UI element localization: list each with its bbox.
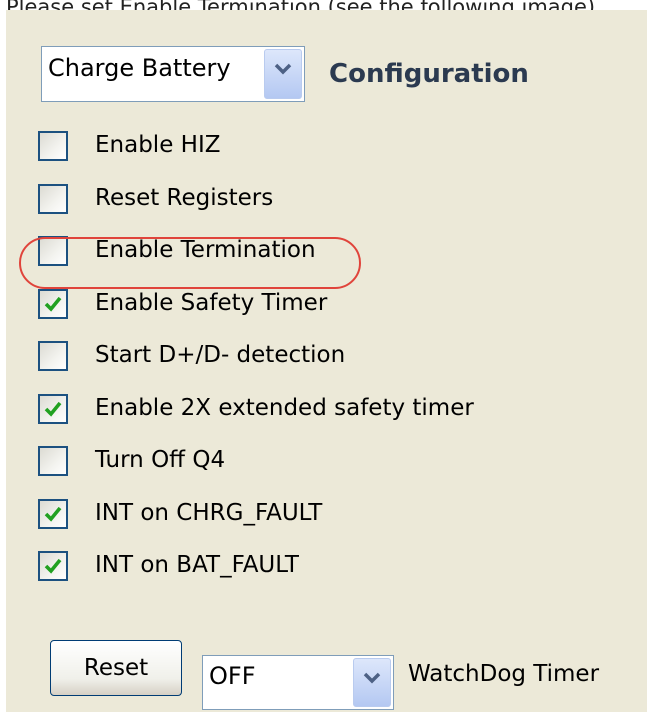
checkbox-label: Turn Off Q4: [95, 447, 226, 473]
checkbox[interactable]: [38, 394, 68, 424]
watchdog-select-value: OFF: [209, 662, 256, 690]
watchdog-select[interactable]: OFF: [202, 655, 394, 710]
chevron-down-icon: [363, 672, 381, 684]
checkbox[interactable]: [38, 131, 68, 161]
checkmark-icon: [44, 296, 62, 312]
chevron-down-icon: [274, 63, 292, 75]
checkbox-label: INT on CHRG_FAULT: [95, 500, 323, 526]
checkmark-icon: [44, 558, 62, 574]
checkbox-label: INT on BAT_FAULT: [95, 552, 299, 578]
caption-text: Please set Enable Termination (see the f…: [0, 0, 647, 10]
mode-select[interactable]: Charge Battery: [41, 46, 305, 102]
checkbox-label: Enable HIZ: [95, 132, 221, 158]
checkbox-label: Enable Safety Timer: [95, 290, 328, 316]
highlight-annotation: [19, 237, 361, 289]
watchdog-label: WatchDog Timer: [408, 661, 600, 687]
checkbox[interactable]: [38, 499, 68, 529]
mode-select-value: Charge Battery: [48, 54, 231, 82]
checkbox[interactable]: [38, 341, 68, 371]
checkbox-label: Reset Registers: [95, 185, 274, 211]
checkbox[interactable]: [38, 446, 68, 476]
watchdog-dropdown-button[interactable]: [353, 658, 391, 707]
checkmark-icon: [44, 401, 62, 417]
configuration-heading: Configuration: [329, 59, 529, 89]
checkbox[interactable]: [38, 289, 68, 319]
checkbox[interactable]: [38, 184, 68, 214]
mode-select-dropdown-button[interactable]: [264, 49, 302, 99]
checkbox-label: Enable 2X extended safety timer: [95, 395, 474, 421]
reset-button[interactable]: Reset: [50, 640, 182, 696]
checkbox[interactable]: [38, 551, 68, 581]
checkmark-icon: [44, 506, 62, 522]
configuration-panel: Charge Battery Configuration Enable HIZ R…: [6, 10, 647, 712]
checkbox-label: Start D+/D- detection: [95, 342, 346, 368]
